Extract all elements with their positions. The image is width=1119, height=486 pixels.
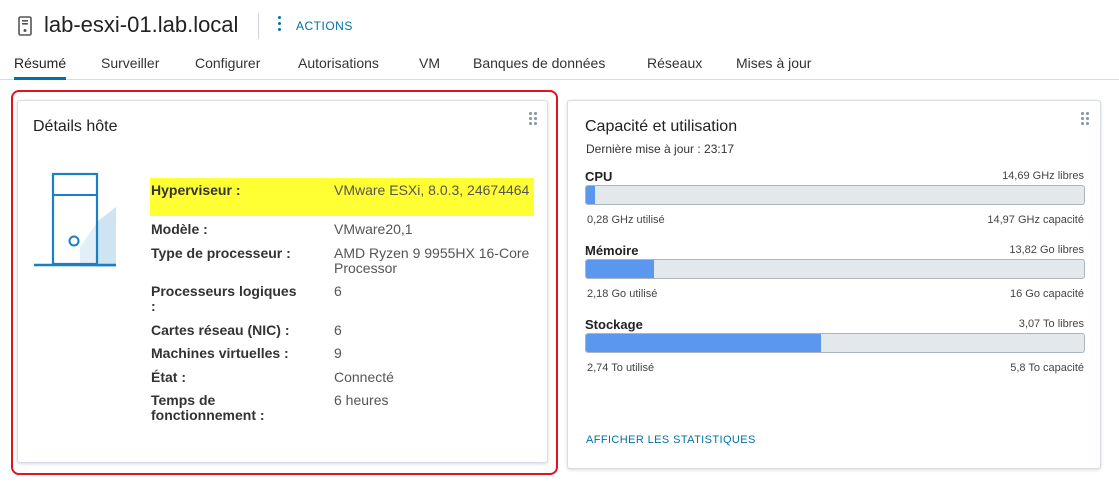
metric-free: 3,07 To libres [1018, 318, 1084, 330]
tab-autorisations[interactable]: Autorisations [298, 55, 379, 80]
detail-label: Processeurs logiques : [151, 283, 297, 314]
page-header: lab-esxi-01.lab.local ACTIONS [0, 0, 1119, 50]
tab-vm[interactable]: VM [419, 55, 440, 80]
kebab-menu-icon[interactable] [276, 16, 282, 34]
detail-value: VMware20,1 [334, 221, 413, 237]
drag-handle-icon[interactable] [529, 112, 537, 126]
detail-label: État : [151, 369, 186, 385]
view-stats-link[interactable]: AFFICHER LES STATISTIQUES [586, 434, 756, 446]
metric-used: 0,28 GHz utilisé [587, 214, 665, 226]
detail-label: Type de processeur : [151, 245, 291, 261]
metric-used: 2,18 Go utilisé [587, 288, 658, 300]
usage-bar [585, 185, 1085, 205]
host-icon [18, 16, 32, 36]
detail-value: Connecté [334, 369, 394, 385]
detail-value: VMware ESXi, 8.0.3, 24674464 [334, 182, 530, 198]
metric-free: 13,82 Go libres [1009, 244, 1084, 256]
metric-capacity: 14,97 GHz capacité [987, 214, 1084, 226]
detail-label: Cartes réseau (NIC) : [151, 322, 290, 338]
capacity-card: Capacité et utilisation Dernière mise à … [567, 100, 1101, 469]
metric-capacity: 16 Go capacité [1010, 288, 1084, 300]
usage-bar [585, 333, 1085, 353]
detail-value: 9 [334, 345, 342, 361]
detail-label: Modèle : [151, 221, 208, 237]
tab-reseaux[interactable]: Réseaux [647, 55, 702, 80]
usage-bar [585, 259, 1085, 279]
metric-used: 2,74 To utilisé [587, 362, 655, 374]
detail-label: Temps de fonctionnement : [151, 392, 265, 423]
metric-name: CPU [585, 169, 613, 184]
detail-value: AMD Ryzen 9 9955HX 16-Core Processor [334, 245, 530, 276]
detail-value: 6 [334, 283, 342, 299]
tab-bar: Résumé Surveiller Configurer Autorisatio… [0, 50, 1119, 80]
actions-button[interactable]: ACTIONS [296, 19, 353, 33]
tab-banques-de-donnees[interactable]: Banques de données [473, 55, 605, 80]
header-divider [258, 13, 259, 39]
usage-bar-fill [586, 186, 596, 204]
drag-handle-icon[interactable] [1081, 112, 1089, 126]
tab-configurer[interactable]: Configurer [195, 55, 260, 80]
usage-bar-fill [586, 260, 654, 278]
page-title: lab-esxi-01.lab.local [44, 12, 239, 37]
host-details-card: Détails hôte Hyperviseur : VMware ESXi, … [17, 100, 548, 463]
usage-bar-fill [586, 334, 822, 352]
metric-name: Mémoire [585, 243, 639, 258]
metric-free: 14,69 GHz libres [1002, 170, 1084, 182]
detail-label: Hyperviseur : [151, 182, 241, 198]
detail-value: 6 heures [334, 392, 389, 408]
capacity-title: Capacité et utilisation [585, 118, 738, 135]
metric-name: Stockage [585, 317, 643, 332]
tab-surveiller[interactable]: Surveiller [101, 55, 159, 80]
metric-capacity: 5,8 To capacité [1010, 362, 1084, 374]
detail-label: Machines virtuelles : [151, 345, 289, 361]
last-update: Dernière mise à jour : 23:17 [586, 142, 735, 156]
server-illustration [34, 172, 116, 267]
tab-resume[interactable]: Résumé [14, 55, 67, 80]
detail-value: 6 [334, 322, 342, 338]
tab-mises-a-jour[interactable]: Mises à jour [736, 55, 811, 80]
host-details-title: Détails hôte [33, 118, 118, 135]
